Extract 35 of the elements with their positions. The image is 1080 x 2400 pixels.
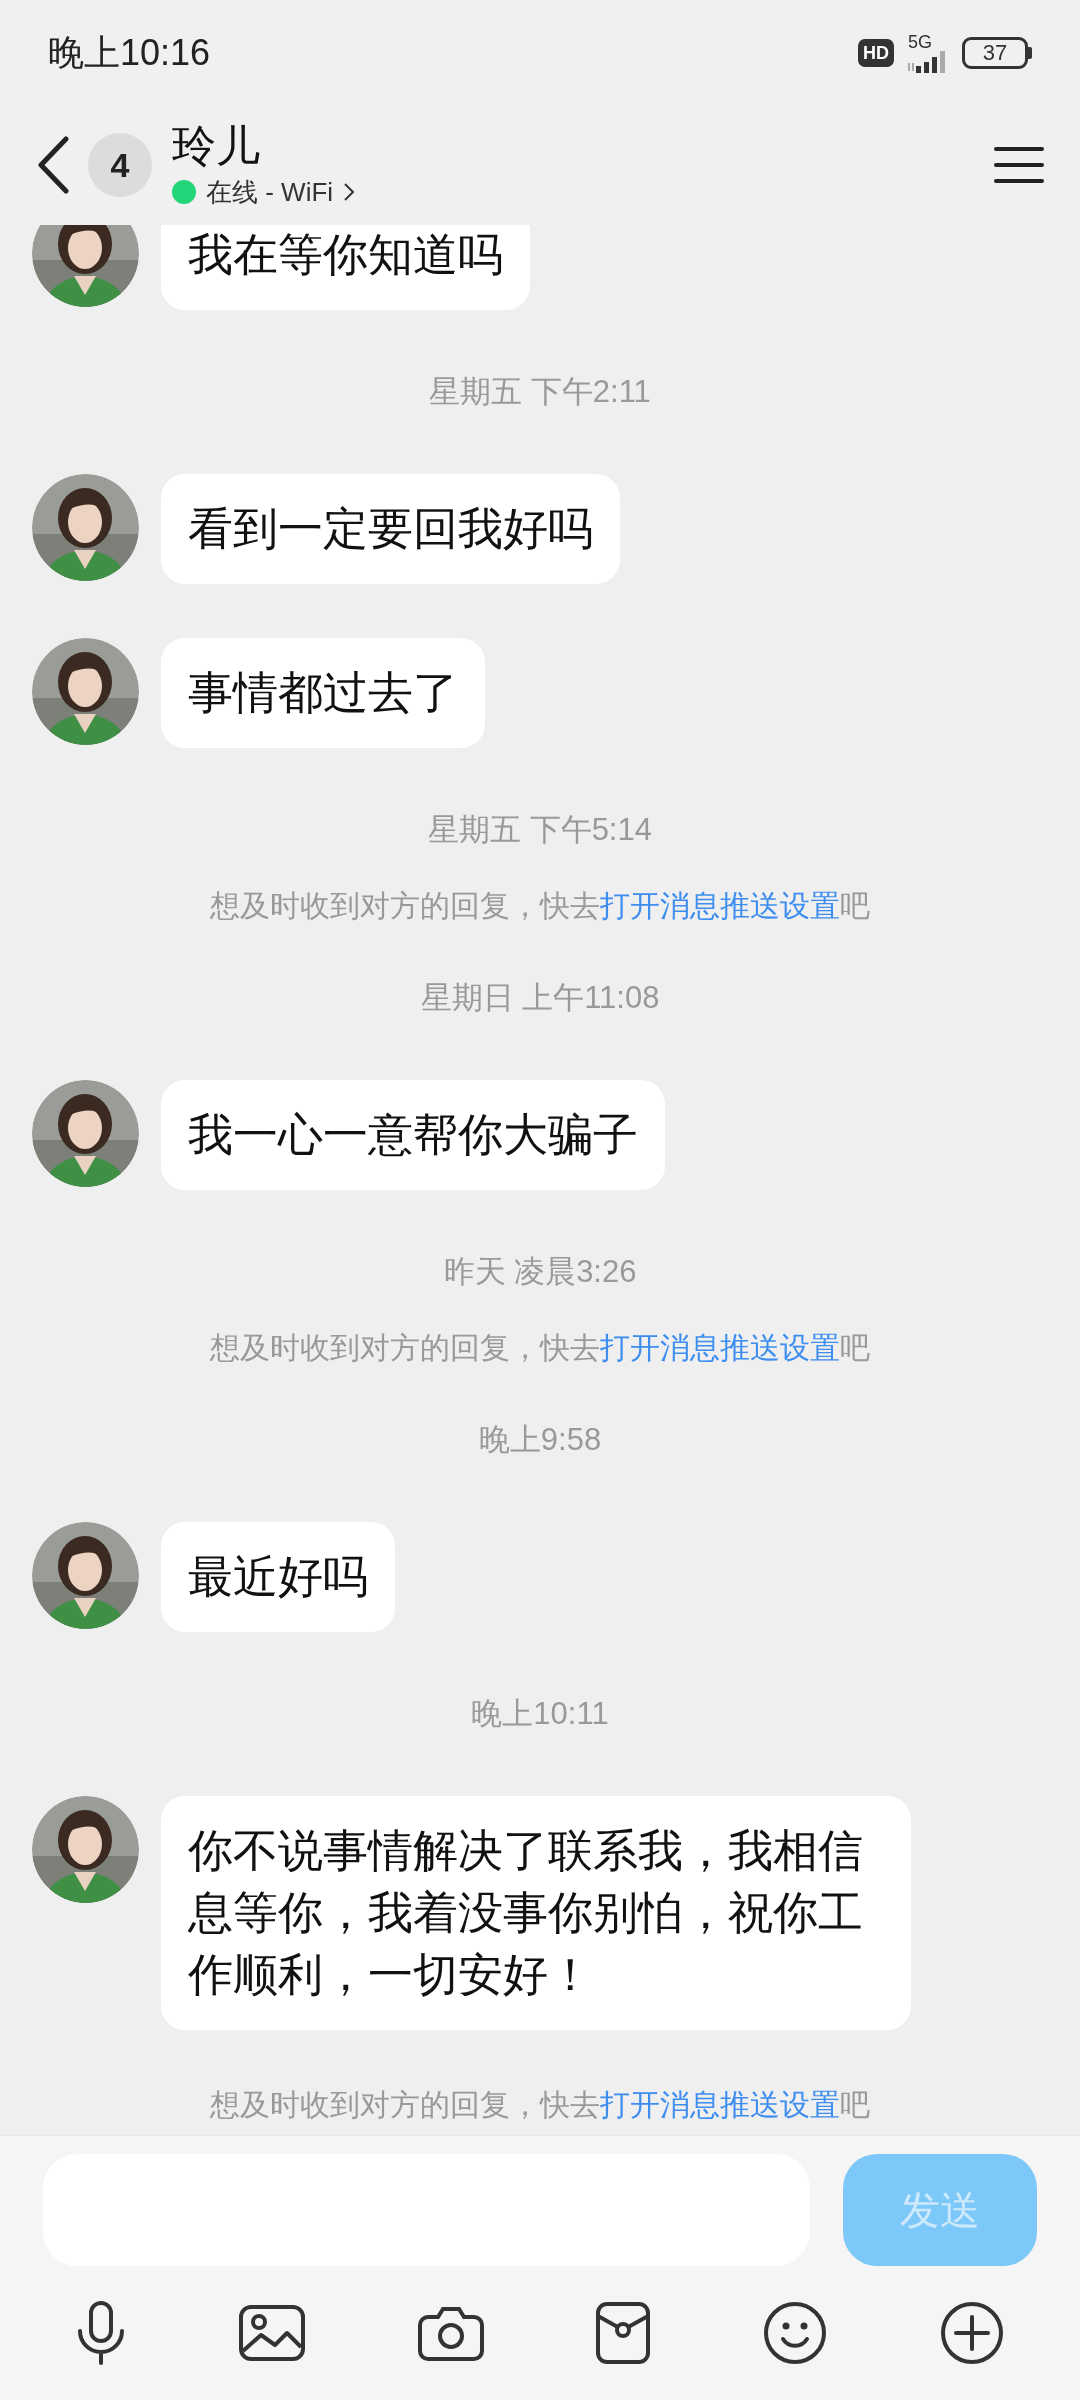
timestamp: 星期五 下午2:11: [429, 374, 651, 410]
push-settings-link[interactable]: 打开消息推送设置: [600, 2088, 840, 2121]
message-bubble: 看到一定要回我好吗: [161, 474, 620, 584]
message-bubble: 最近好吗: [161, 1522, 395, 1632]
back-icon[interactable]: [36, 136, 70, 194]
emoji-icon[interactable]: [762, 2301, 827, 2365]
contact-name: 玲儿: [172, 119, 261, 172]
battery-level: 37: [982, 41, 1008, 64]
push-settings-link[interactable]: 打开消息推送设置: [600, 1331, 840, 1364]
message-bubble: 事情都过去了: [161, 638, 485, 748]
notification-hint: 想及时收到对方的回复，快去打开消息推送设置吧: [210, 888, 870, 924]
hd-badge: HD: [858, 38, 894, 67]
notification-hint: 想及时收到对方的回复，快去打开消息推送设置吧: [210, 1330, 870, 1366]
timestamp: 昨天 凌晨3:26: [443, 1254, 637, 1290]
network-label: 5G: [908, 32, 932, 51]
timestamp: 晚上10:11: [471, 1696, 609, 1732]
timestamp: 星期五 下午5:14: [428, 812, 652, 848]
push-settings-link[interactable]: 打开消息推送设置: [600, 889, 840, 922]
timestamp: 晚上9:58: [478, 1422, 602, 1458]
camera-icon[interactable]: [417, 2305, 484, 2361]
signal-icon: [908, 50, 948, 73]
timestamp: 星期日 上午11:08: [420, 980, 660, 1016]
add-icon[interactable]: [939, 2301, 1004, 2365]
message-bubble: 我在等你知道吗: [161, 225, 530, 310]
microphone-icon[interactable]: [76, 2301, 127, 2365]
menu-icon[interactable]: [994, 145, 1044, 185]
message-bubble: 我一心一意帮你大骗子: [161, 1080, 665, 1190]
status-time: 晚上10:16: [48, 30, 211, 75]
message-bubble: 你不说事情解决了联系我，我相信息等你，我着没事你别怕，祝你工作顺利，一切安好！: [161, 1796, 911, 2030]
chevron-right-icon[interactable]: [343, 181, 356, 203]
envelope-icon[interactable]: [596, 2302, 651, 2364]
presence-status[interactable]: 在线 - WiFi: [206, 172, 334, 212]
unread-count: 4: [88, 133, 152, 197]
image-icon[interactable]: [239, 2305, 305, 2361]
notification-hint: 想及时收到对方的回复，快去打开消息推送设置吧: [210, 2087, 870, 2123]
